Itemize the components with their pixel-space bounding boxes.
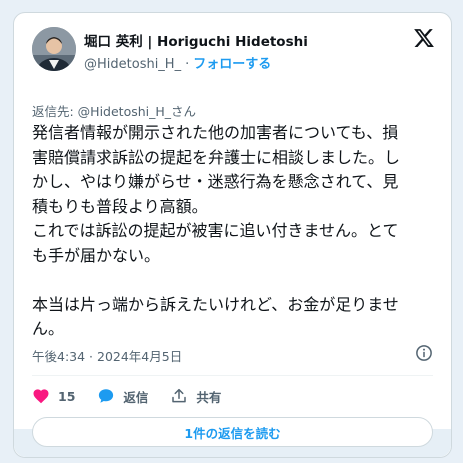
author-handle[interactable]: @Hidetoshi_H_	[84, 57, 181, 72]
share-icon	[172, 388, 187, 403]
follow-button[interactable]: フォローする	[193, 57, 271, 72]
like-count: 15	[58, 388, 76, 404]
author-display-name[interactable]: 堀口 英利 | Horiguchi Hidetoshi	[84, 30, 308, 50]
author-handle-row: @Hidetoshi_H_ · フォローする	[84, 53, 271, 72]
like-button[interactable]: 15	[32, 387, 75, 405]
tweet-line: ん。	[32, 319, 65, 338]
divider	[32, 375, 433, 376]
read-replies-button[interactable]: 1件の返信を読む	[32, 417, 433, 447]
tweet-line: 害賠償請求訴訟の提起を弁護士に相談しました。し	[32, 147, 401, 167]
avatar[interactable]	[32, 27, 76, 71]
reply-label: 返信	[123, 389, 149, 405]
share-label: 共有	[196, 389, 222, 405]
share-button[interactable]: 共有	[170, 387, 221, 406]
tweet-line: 積もりも普段より高額。	[32, 196, 208, 216]
tweet-line-blank	[32, 268, 442, 293]
info-icon[interactable]	[415, 344, 433, 362]
handle-separator: ·	[185, 57, 190, 72]
x-logo-icon[interactable]	[413, 27, 437, 51]
reply-button[interactable]: 返信	[97, 387, 148, 406]
tweet-line: これでは訴訟の提起が被害に追い付きません。とて	[32, 221, 399, 240]
heart-icon	[33, 389, 49, 404]
tweet-text: 発信者情報が開示された他の加害者についても、損 害賠償請求訴訟の提起を弁護士に相…	[32, 121, 442, 342]
tweet-line: 発信者情報が開示された他の加害者についても、損	[32, 123, 399, 142]
tweet-line: も手が届かない。	[32, 245, 161, 265]
tweet-line: 本当は片っ端から訴えたいけれど、お金が足りませ	[32, 294, 399, 314]
tweet-timestamp[interactable]: 午後4:34 · 2024年4月5日	[32, 346, 182, 365]
reply-to-text: 返信先: @Hidetoshi_H_さん	[32, 104, 197, 119]
tweet-line: かし、やはり嫌がらせ・迷惑行為を懸念されて、見	[32, 172, 399, 191]
reply-bubble-icon	[99, 389, 114, 403]
tweet-actions: 15 返信 共有	[32, 383, 243, 409]
tweet-card[interactable]: 堀口 英利 | Horiguchi Hidetoshi @Hidetoshi_H…	[13, 12, 452, 458]
